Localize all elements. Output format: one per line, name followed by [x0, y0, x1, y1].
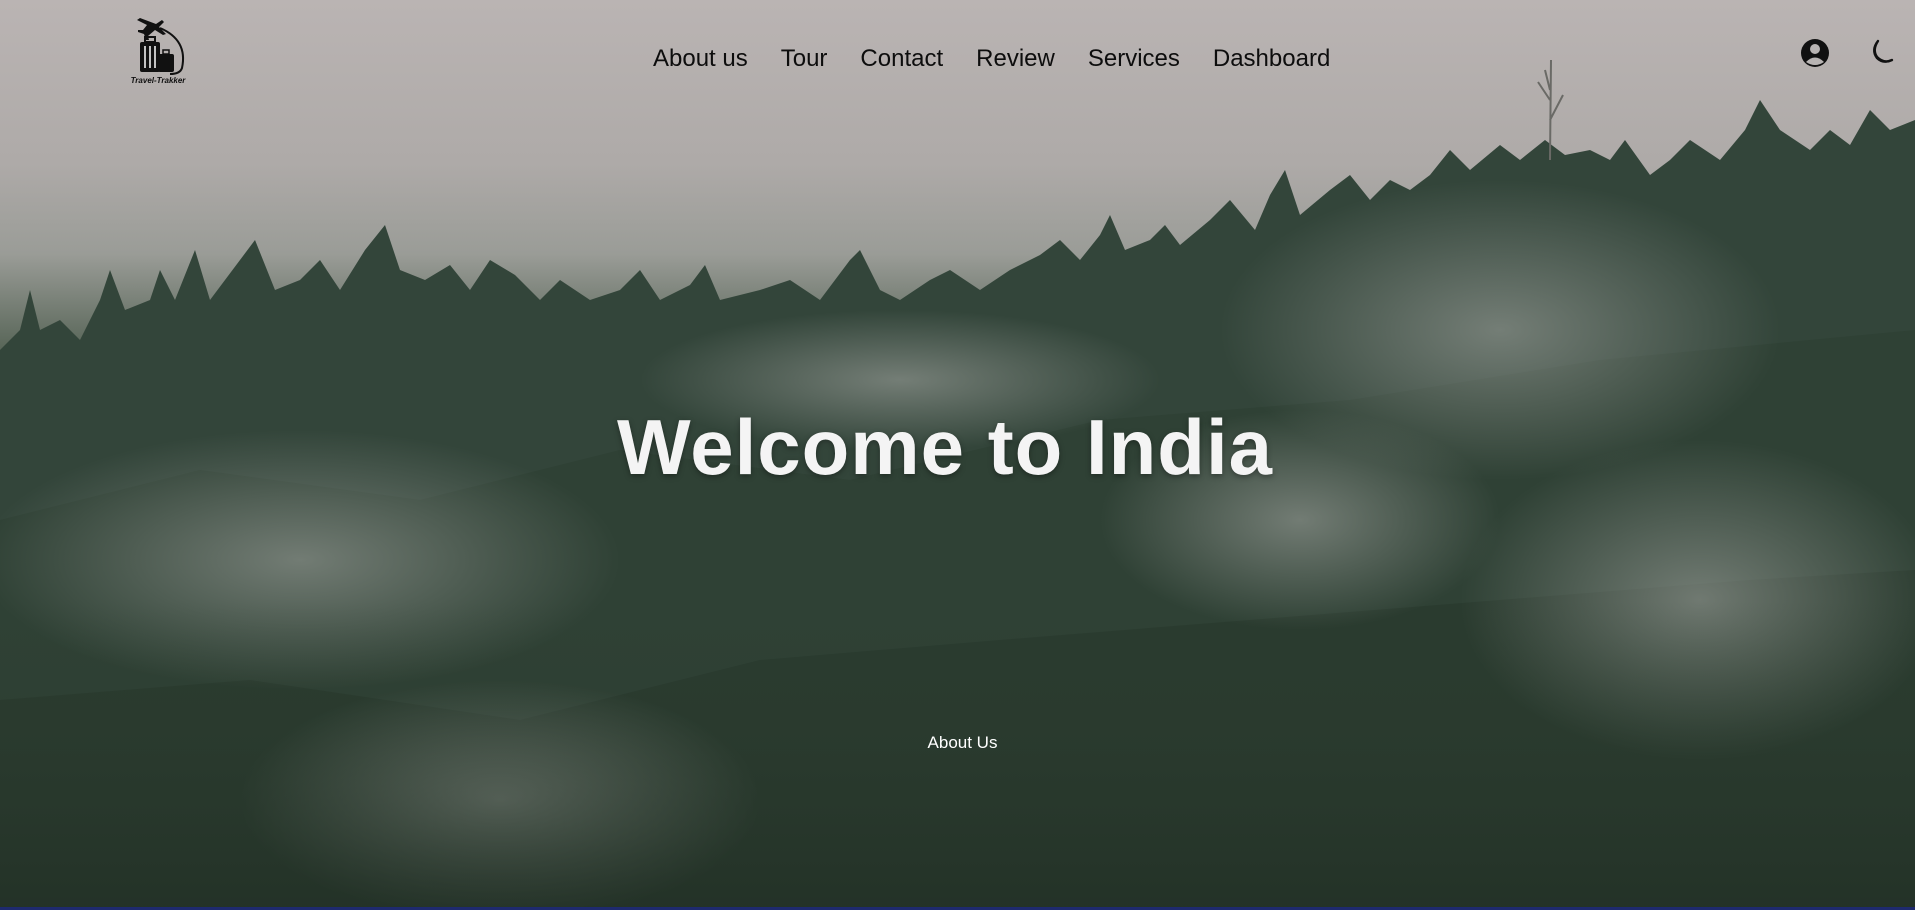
moon-icon[interactable]	[1867, 38, 1899, 70]
logo-text: Travel-Trakker	[130, 76, 186, 85]
brand-logo[interactable]: Travel-Trakker	[126, 10, 190, 90]
nav-review[interactable]: Review	[976, 42, 1055, 76]
nav-services[interactable]: Services	[1088, 42, 1180, 76]
nav-tour[interactable]: Tour	[781, 42, 828, 76]
main-nav: About us Tour Contact Review Services Da…	[653, 42, 1330, 76]
suitcase-plane-logo-icon	[137, 18, 184, 75]
nav-contact[interactable]: Contact	[860, 42, 943, 76]
user-circle-icon[interactable]	[1800, 38, 1832, 70]
nav-about-us[interactable]: About us	[653, 42, 748, 76]
hero-title: Welcome to India	[617, 403, 1273, 491]
about-us-link[interactable]: About Us	[920, 733, 1005, 753]
nav-dashboard[interactable]: Dashboard	[1213, 42, 1330, 76]
